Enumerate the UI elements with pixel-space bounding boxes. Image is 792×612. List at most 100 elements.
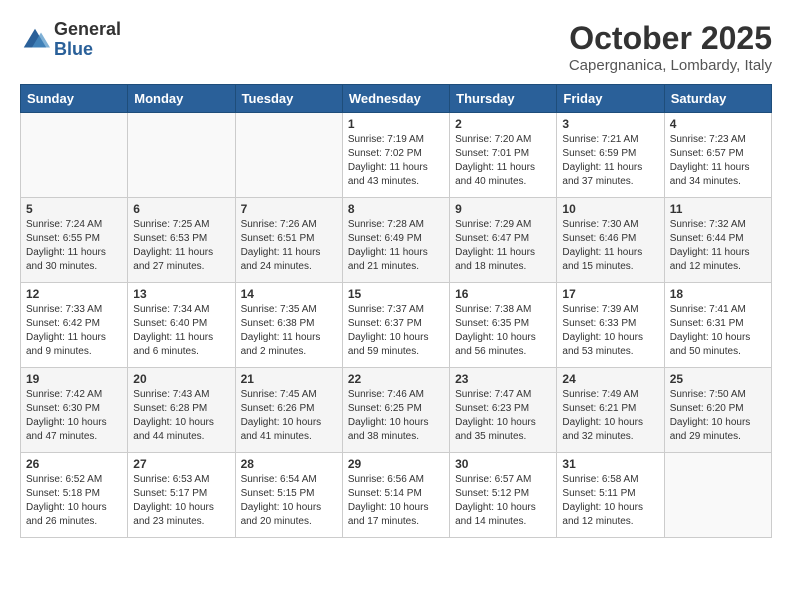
day-info: Sunrise: 7:33 AM Sunset: 6:42 PM Dayligh… [26,303,122,359]
day-number: 31 [562,457,658,471]
day-info: Sunrise: 7:38 AM Sunset: 6:35 PM Dayligh… [455,303,551,359]
day-info: Sunrise: 7:32 AM Sunset: 6:44 PM Dayligh… [670,218,766,274]
day-number: 28 [241,457,337,471]
day-number: 6 [133,202,229,216]
day-info: Sunrise: 6:57 AM Sunset: 5:12 PM Dayligh… [455,473,551,529]
day-number: 8 [348,202,444,216]
day-number: 2 [455,117,551,131]
day-info: Sunrise: 7:28 AM Sunset: 6:49 PM Dayligh… [348,218,444,274]
header-thursday: Thursday [450,85,557,113]
logo-text: General Blue [54,20,121,60]
day-number: 22 [348,372,444,386]
calendar-week-row: 26 Sunrise: 6:52 AM Sunset: 5:18 PM Dayli… [21,453,772,538]
table-row: 9Sunrise: 7:29 AM Sunset: 6:47 PM Daylig… [450,198,557,283]
day-number: 19 [26,372,122,386]
day-number: 17 [562,287,658,301]
day-info: Sunrise: 6:56 AM Sunset: 5:14 PM Dayligh… [348,473,444,529]
logo: General Blue [20,20,121,60]
day-number: 9 [455,202,551,216]
header-saturday: Saturday [664,85,771,113]
day-number: 24 [562,372,658,386]
header: General Blue October 2025 Capergnanica, … [20,20,772,74]
day-info: Sunrise: 7:24 AM Sunset: 6:55 PM Dayligh… [26,218,122,274]
table-row: 19Sunrise: 7:42 AM Sunset: 6:30 PM Dayli… [21,368,128,453]
day-info: Sunrise: 7:46 AM Sunset: 6:25 PM Dayligh… [348,388,444,444]
day-number: 11 [670,202,766,216]
day-info: Sunrise: 7:21 AM Sunset: 6:59 PM Dayligh… [562,133,658,189]
calendar-week-row: 12Sunrise: 7:33 AM Sunset: 6:42 PM Dayli… [21,283,772,368]
day-info: Sunrise: 7:43 AM Sunset: 6:28 PM Dayligh… [133,388,229,444]
day-info: Sunrise: 7:20 AM Sunset: 7:01 PM Dayligh… [455,133,551,189]
day-number: 23 [455,372,551,386]
calendar-table: Sunday Monday Tuesday Wednesday Thursday… [20,84,772,538]
day-info: Sunrise: 7:49 AM Sunset: 6:21 PM Dayligh… [562,388,658,444]
day-info: Sunrise: 6:52 AM Sunset: 5:18 PM Dayligh… [26,473,122,529]
page-container: General Blue October 2025 Capergnanica, … [0,0,792,553]
day-number: 26 [26,457,122,471]
title-section: October 2025 Capergnanica, Lombardy, Ita… [569,20,772,74]
day-number: 18 [670,287,766,301]
table-row: 4 Sunrise: 7:23 AM Sunset: 6:57 PM Daylig… [664,113,771,198]
day-number: 13 [133,287,229,301]
table-row: 28 Sunrise: 6:54 AM Sunset: 5:15 PM Dayli… [235,453,342,538]
day-number: 1 [348,117,444,131]
table-row: 29 Sunrise: 6:56 AM Sunset: 5:14 PM Dayli… [342,453,449,538]
day-info: Sunrise: 6:54 AM Sunset: 5:15 PM Dayligh… [241,473,337,529]
day-number: 29 [348,457,444,471]
table-row: 8 Sunrise: 7:28 AM Sunset: 6:49 PM Daylig… [342,198,449,283]
table-row: 15 Sunrise: 7:37 AM Sunset: 6:37 PM Dayli… [342,283,449,368]
table-row: 24 Sunrise: 7:49 AM Sunset: 6:21 PM Dayli… [557,368,664,453]
table-row: 22 Sunrise: 7:46 AM Sunset: 6:25 PM Dayli… [342,368,449,453]
header-sunday: Sunday [21,85,128,113]
table-row: 2 Sunrise: 7:20 AM Sunset: 7:01 PM Daylig… [450,113,557,198]
day-info: Sunrise: 6:53 AM Sunset: 5:17 PM Dayligh… [133,473,229,529]
logo-icon [20,25,50,55]
day-info: Sunrise: 7:41 AM Sunset: 6:31 PM Dayligh… [670,303,766,359]
day-number: 10 [562,202,658,216]
table-row: 14 Sunrise: 7:35 AM Sunset: 6:38 PM Dayli… [235,283,342,368]
table-row: 23Sunrise: 7:47 AM Sunset: 6:23 PM Dayli… [450,368,557,453]
table-row: 12Sunrise: 7:33 AM Sunset: 6:42 PM Dayli… [21,283,128,368]
table-row: 31 Sunrise: 6:58 AM Sunset: 5:11 PM Dayli… [557,453,664,538]
table-row [128,113,235,198]
day-info: Sunrise: 7:39 AM Sunset: 6:33 PM Dayligh… [562,303,658,359]
day-info: Sunrise: 7:25 AM Sunset: 6:53 PM Dayligh… [133,218,229,274]
calendar-header-row: Sunday Monday Tuesday Wednesday Thursday… [21,85,772,113]
logo-blue: Blue [54,40,121,60]
day-info: Sunrise: 6:58 AM Sunset: 5:11 PM Dayligh… [562,473,658,529]
day-number: 14 [241,287,337,301]
day-number: 30 [455,457,551,471]
day-number: 20 [133,372,229,386]
table-row [235,113,342,198]
table-row: 21Sunrise: 7:45 AM Sunset: 6:26 PM Dayli… [235,368,342,453]
day-number: 4 [670,117,766,131]
table-row: 30 Sunrise: 6:57 AM Sunset: 5:12 PM Dayli… [450,453,557,538]
day-info: Sunrise: 7:35 AM Sunset: 6:38 PM Dayligh… [241,303,337,359]
table-row: 17 Sunrise: 7:39 AM Sunset: 6:33 PM Dayli… [557,283,664,368]
table-row: 13 Sunrise: 7:34 AM Sunset: 6:40 PM Dayli… [128,283,235,368]
day-number: 15 [348,287,444,301]
table-row: 27Sunrise: 6:53 AM Sunset: 5:17 PM Dayli… [128,453,235,538]
table-row: 10 Sunrise: 7:30 AM Sunset: 6:46 PM Dayli… [557,198,664,283]
day-info: Sunrise: 7:19 AM Sunset: 7:02 PM Dayligh… [348,133,444,189]
day-info: Sunrise: 7:45 AM Sunset: 6:26 PM Dayligh… [241,388,337,444]
day-info: Sunrise: 7:37 AM Sunset: 6:37 PM Dayligh… [348,303,444,359]
day-info: Sunrise: 7:26 AM Sunset: 6:51 PM Dayligh… [241,218,337,274]
table-row: 1 Sunrise: 7:19 AM Sunset: 7:02 PM Daylig… [342,113,449,198]
day-info: Sunrise: 7:50 AM Sunset: 6:20 PM Dayligh… [670,388,766,444]
table-row: 25Sunrise: 7:50 AM Sunset: 6:20 PM Dayli… [664,368,771,453]
location-subtitle: Capergnanica, Lombardy, Italy [569,57,772,74]
table-row: 11 Sunrise: 7:32 AM Sunset: 6:44 PM Dayli… [664,198,771,283]
day-number: 3 [562,117,658,131]
calendar-week-row: 1 Sunrise: 7:19 AM Sunset: 7:02 PM Daylig… [21,113,772,198]
day-info: Sunrise: 7:30 AM Sunset: 6:46 PM Dayligh… [562,218,658,274]
month-title: October 2025 [569,20,772,57]
table-row: 7 Sunrise: 7:26 AM Sunset: 6:51 PM Daylig… [235,198,342,283]
day-number: 7 [241,202,337,216]
header-monday: Monday [128,85,235,113]
day-number: 16 [455,287,551,301]
calendar-week-row: 5Sunrise: 7:24 AM Sunset: 6:55 PM Daylig… [21,198,772,283]
table-row: 5Sunrise: 7:24 AM Sunset: 6:55 PM Daylig… [21,198,128,283]
day-info: Sunrise: 7:34 AM Sunset: 6:40 PM Dayligh… [133,303,229,359]
day-info: Sunrise: 7:23 AM Sunset: 6:57 PM Dayligh… [670,133,766,189]
